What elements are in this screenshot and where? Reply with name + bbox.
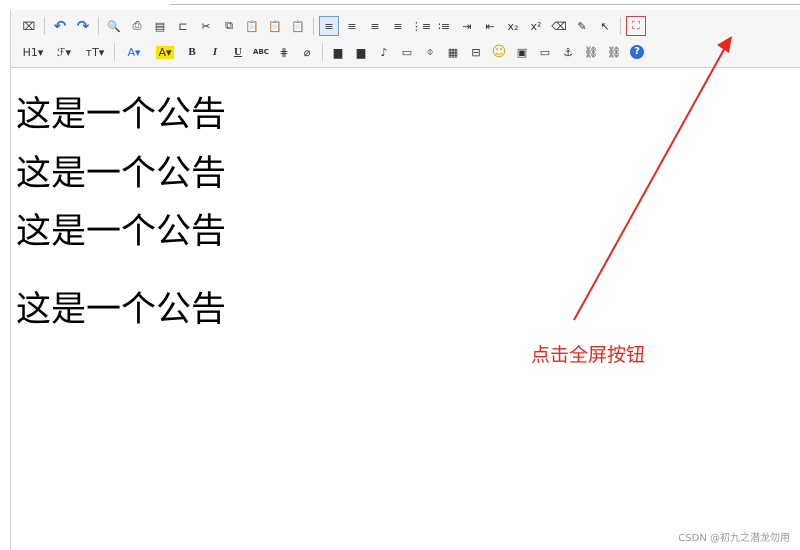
annotation-arrow: [573, 36, 732, 321]
annotation-arrow-line: [573, 43, 728, 321]
annotation-text: 点击全屏按钮: [531, 344, 646, 366]
watermark: CSDN @初九之潜龙勿用: [678, 533, 790, 544]
